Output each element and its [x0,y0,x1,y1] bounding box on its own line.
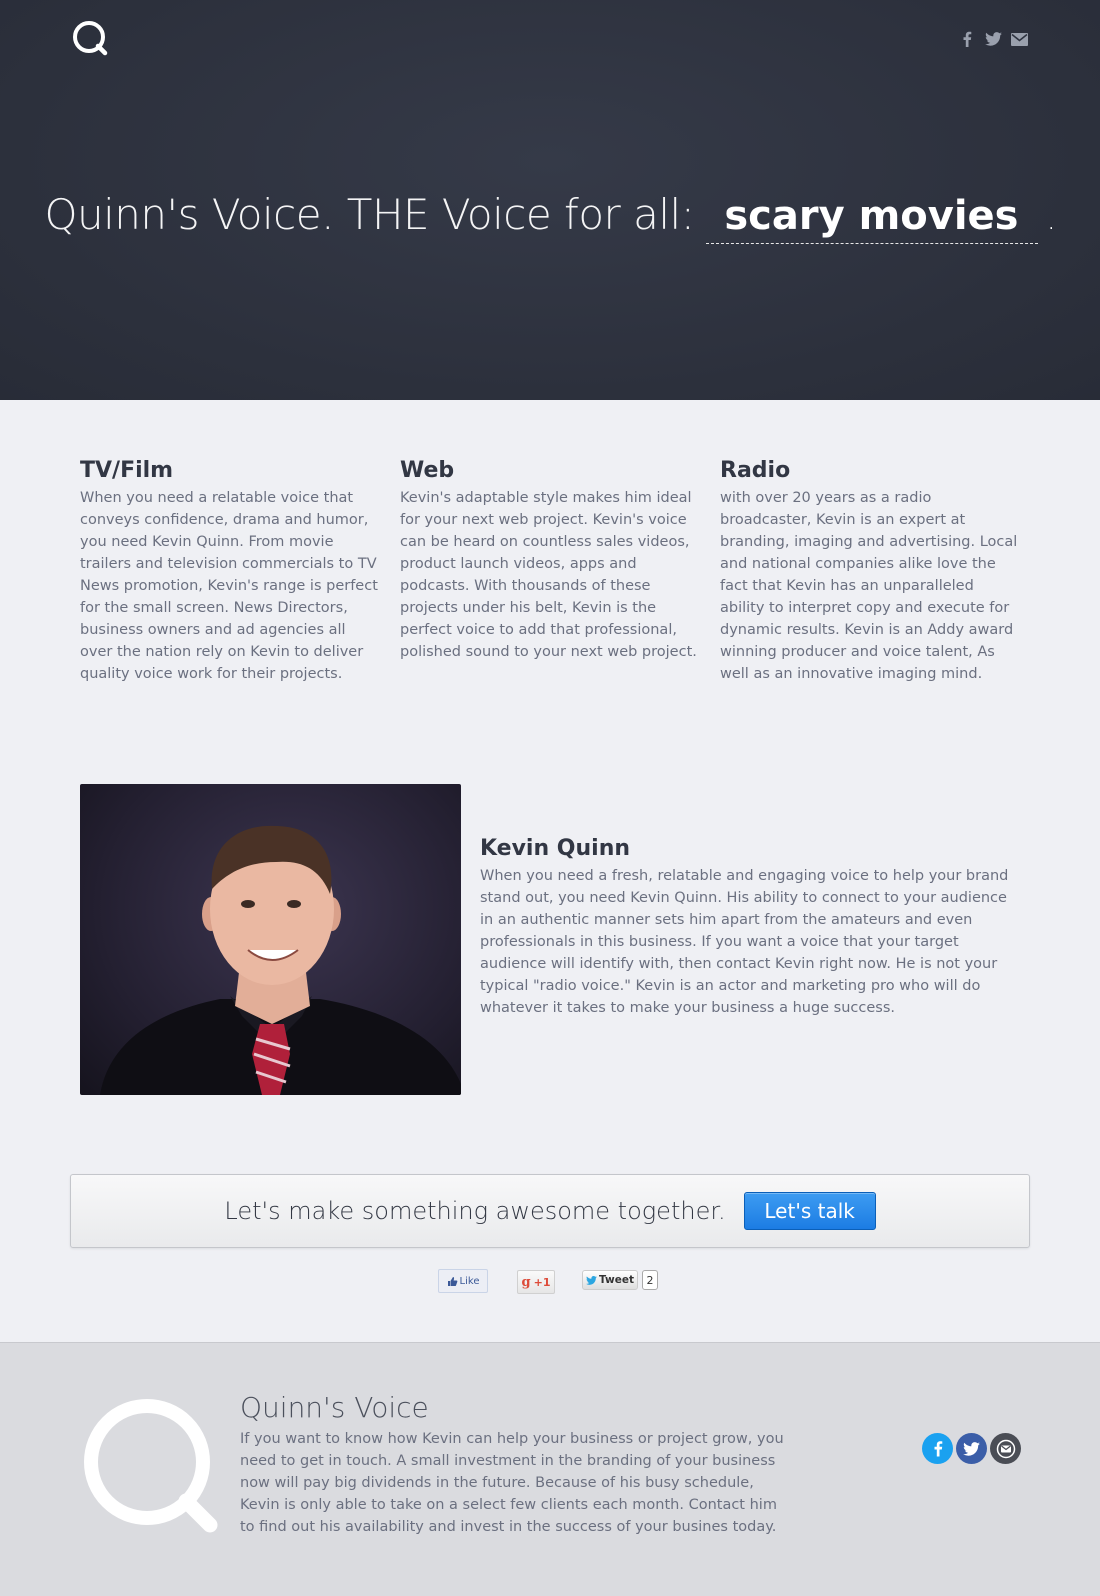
footer-social-links [922,1433,1021,1464]
tweet-count: 2 [642,1270,658,1290]
facebook-icon[interactable] [958,30,976,48]
tweet-button[interactable]: Tweet [582,1270,638,1290]
thumbs-up-icon [447,1276,457,1286]
service-title: Radio [720,458,791,483]
mail-icon[interactable] [1010,30,1028,48]
facebook-like-button[interactable]: Like [438,1269,488,1293]
headline-prefix: Quinn's Voice. THE Voice for all: [44,190,695,239]
bio-name: Kevin Quinn [480,836,631,861]
header-social-links [958,30,1028,48]
kevin-quinn-photo [80,784,461,1095]
hero-banner: Quinn's Voice. THE Voice for all: scary m… [0,0,1100,400]
service-description: When you need a relatable voice that con… [80,490,378,682]
footer: Quinn's Voice If you want to know how Ke… [0,1342,1100,1596]
quinn-logo-icon [84,1399,218,1533]
footer-title: Quinn's Voice [240,1391,429,1424]
cta-banner: Let's make something awesome together. L… [70,1174,1030,1248]
services-section: TV/Film When you need a relatable voice … [80,458,1020,685]
lets-talk-button[interactable]: Let's talk [743,1192,876,1230]
gplus-label: +1 [533,1275,551,1289]
facebook-icon[interactable] [922,1433,953,1464]
cta-text: Let's make something awesome together. [224,1197,726,1225]
google-plus-button[interactable]: g +1 [517,1270,555,1294]
footer-description: If you want to know how Kevin can help y… [240,1431,784,1535]
like-label: Like [459,1275,480,1287]
twitter-icon[interactable] [956,1433,987,1464]
mail-icon[interactable] [990,1433,1021,1464]
headline-rotating-word: scary movies [706,193,1039,244]
twitter-icon[interactable] [984,30,1002,48]
service-title: TV/Film [80,458,174,483]
service-description: Kevin's adaptable style makes him ideal … [400,490,697,660]
twitter-bird-icon [586,1275,597,1285]
service-description: with over 20 years as a radio broadcaste… [720,490,1018,682]
footer-about: Quinn's Voice If you want to know how Ke… [240,1391,785,1538]
quinn-logo-icon[interactable] [72,20,108,56]
headline-suffix: . [1046,202,1056,237]
google-plus-icon: g [521,1274,531,1290]
tweet-label: Tweet [599,1274,634,1286]
service-tv-film: TV/Film When you need a relatable voice … [80,458,380,685]
bio-section: Kevin Quinn When you need a fresh, relat… [480,836,1010,1019]
share-buttons: Like g +1 Tweet 2 [438,1269,678,1294]
service-title: Web [400,458,455,483]
service-web: Web Kevin's adaptable style makes him id… [400,458,700,685]
hero-headline: Quinn's Voice. THE Voice for all: scary m… [0,190,1100,244]
service-radio: Radio with over 20 years as a radio broa… [720,458,1020,685]
bio-description: When you need a fresh, relatable and eng… [480,868,1009,1016]
